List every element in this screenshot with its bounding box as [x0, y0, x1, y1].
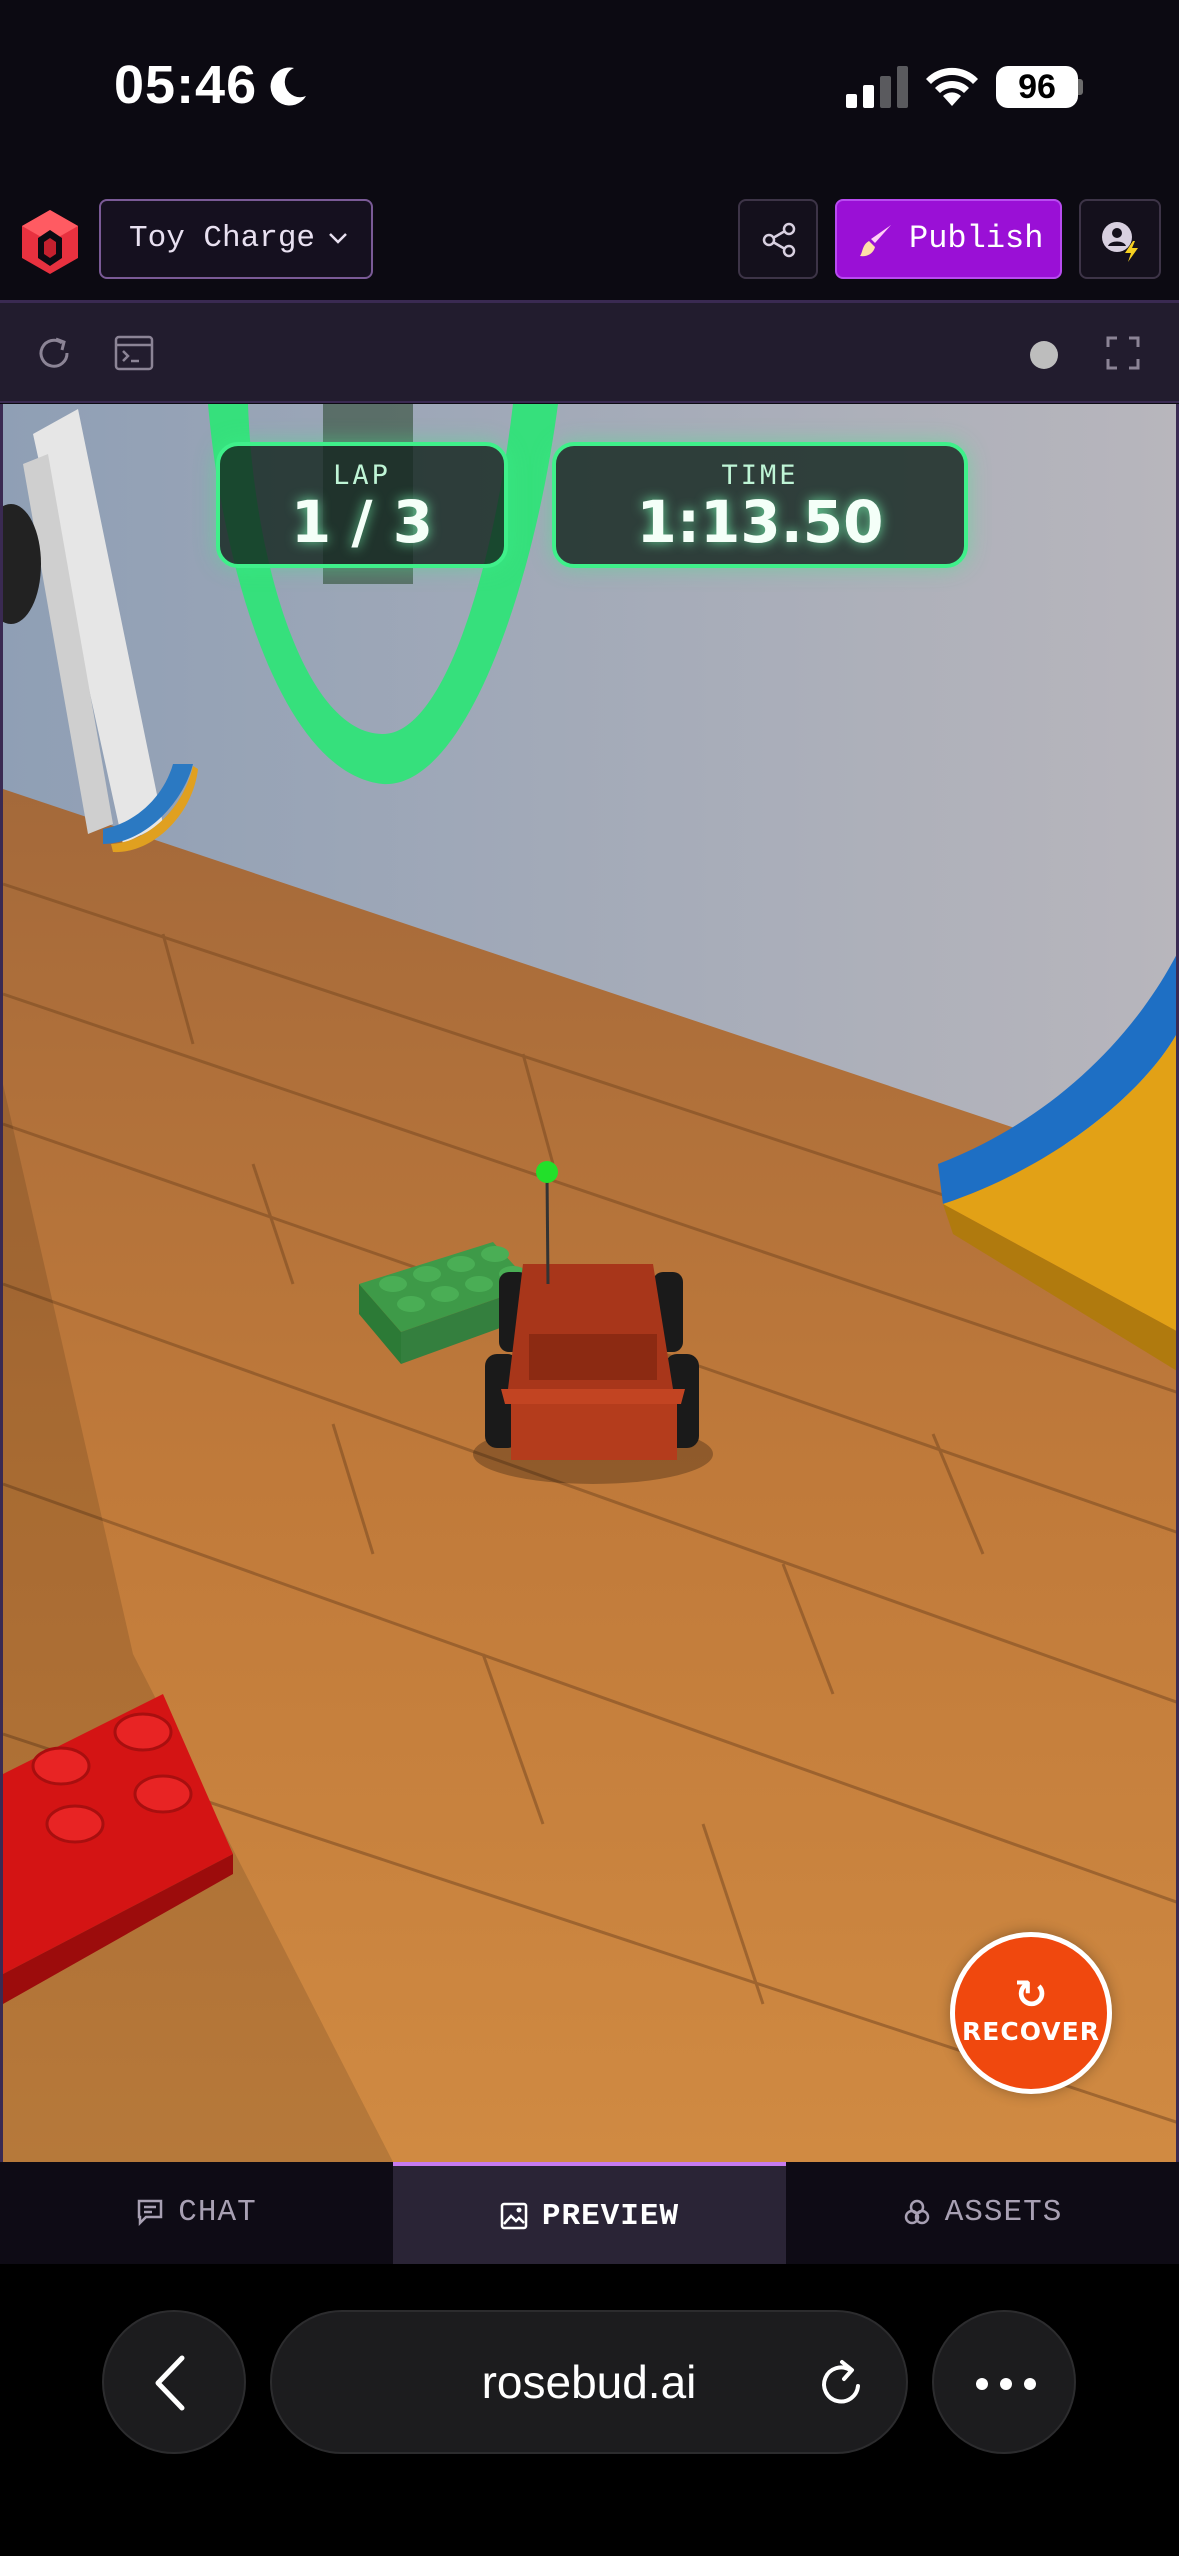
url-bar[interactable]: rosebud.ai — [270, 2310, 908, 2454]
tab-assets[interactable]: ASSETS — [786, 2162, 1179, 2264]
hud-time-value: 1:13.50 — [636, 488, 884, 556]
publish-button[interactable]: Publish — [835, 199, 1062, 279]
assets-icon — [904, 2199, 929, 2225]
signal-icon — [846, 66, 908, 108]
wifi-icon — [926, 67, 978, 106]
chevron-down-icon — [329, 233, 347, 244]
hud-time: TIME 1:13.50 — [552, 442, 968, 568]
app-header: Toy Charge Publish — [0, 175, 1179, 303]
tab-chat-label: CHAT — [178, 2195, 257, 2230]
hud-lap: LAP 1 / 3 — [216, 442, 508, 568]
tab-assets-label: ASSETS — [944, 2195, 1063, 2230]
tab-preview-label: PREVIEW — [541, 2199, 680, 2234]
brush-icon — [860, 225, 891, 257]
reload-icon[interactable] — [34, 333, 74, 373]
recover-label: RECOVER — [962, 2017, 1100, 2046]
back-button[interactable] — [102, 2310, 246, 2454]
back-icon — [155, 2355, 185, 2411]
battery-cap — [1078, 79, 1083, 95]
project-name: Toy Charge — [129, 221, 316, 256]
share-button[interactable] — [738, 199, 818, 279]
status-bar: 05:46 96 — [0, 0, 1179, 175]
rosebud-logo[interactable] — [16, 208, 84, 276]
project-select[interactable]: Toy Charge — [99, 199, 373, 279]
recover-button[interactable]: ↻ RECOVER — [950, 1932, 1112, 2094]
hud-lap-label: LAP — [333, 460, 391, 491]
hud-lap-value: 1 / 3 — [290, 488, 434, 556]
battery-icon: 96 — [996, 66, 1078, 108]
chat-icon — [138, 2199, 163, 2227]
fullscreen-icon[interactable] — [1106, 336, 1140, 370]
more-icon — [976, 2378, 1036, 2390]
browser-bar: rosebud.ai — [0, 2264, 1179, 2556]
game-canvas[interactable]: LAP 1 / 3 TIME 1:13.50 ↻ RECOVER — [0, 404, 1179, 2162]
more-button[interactable] — [932, 2310, 1076, 2454]
bottom-tabs: CHAT PREVIEW ASSETS — [0, 2162, 1179, 2264]
publish-label: Publish — [909, 220, 1044, 257]
preview-toolbar — [0, 303, 1179, 403]
hud-time-label: TIME — [721, 460, 799, 491]
url-text: rosebud.ai — [481, 2356, 697, 2408]
reload-icon[interactable] — [816, 2358, 866, 2408]
account-button[interactable] — [1079, 199, 1161, 279]
tab-chat[interactable]: CHAT — [0, 2162, 393, 2264]
console-icon[interactable] — [114, 335, 154, 371]
recover-icon: ↻ — [1014, 1972, 1048, 2018]
image-icon — [500, 2202, 528, 2230]
account-icon — [1102, 222, 1138, 262]
tab-preview[interactable]: PREVIEW — [393, 2162, 786, 2264]
moon-icon — [270, 67, 306, 106]
share-icon — [762, 222, 796, 258]
status-dot — [1030, 341, 1058, 369]
status-time: 05:46 — [114, 55, 258, 115]
game-scene — [3, 404, 1176, 2162]
